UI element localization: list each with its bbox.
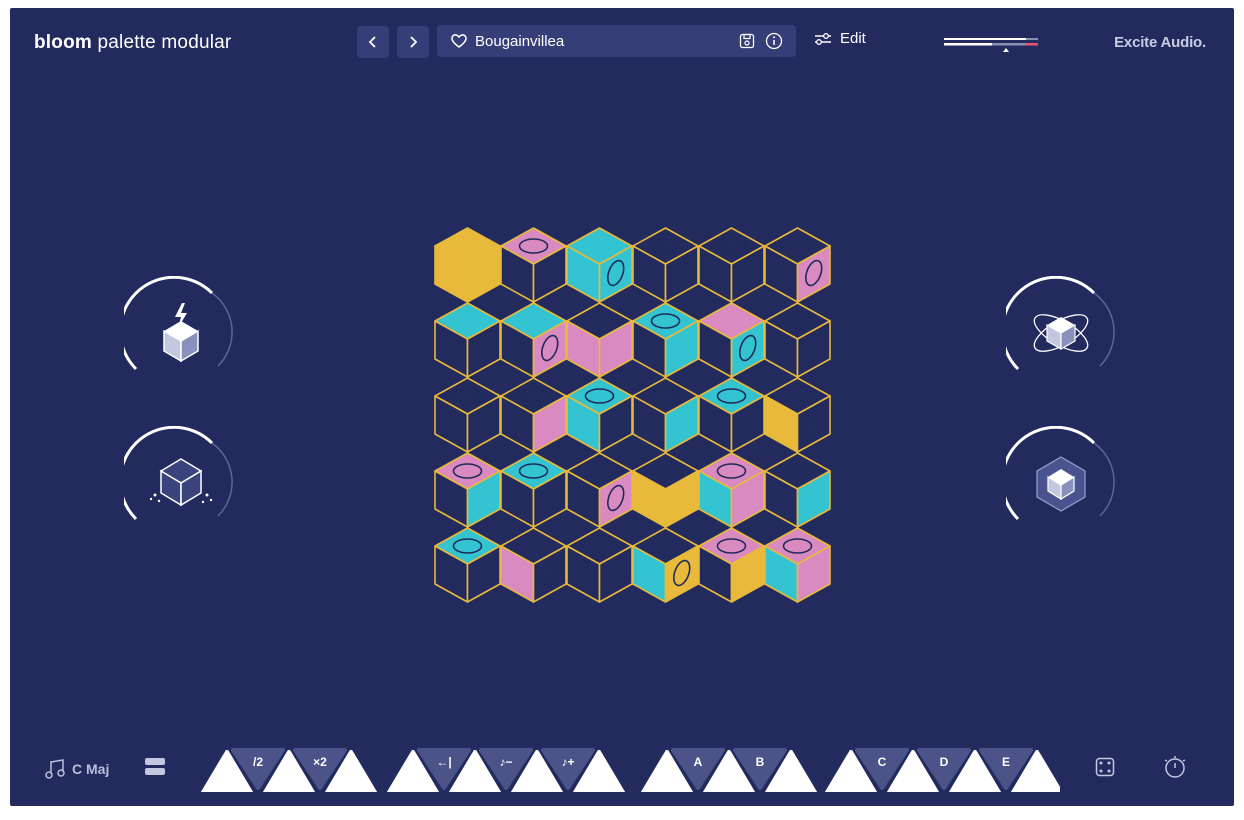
step-button-label: ×2	[313, 755, 327, 769]
shatter-cube-knob[interactable]	[124, 426, 234, 536]
chevron-left-icon	[368, 36, 376, 48]
step-button-label: C	[878, 755, 887, 769]
step-button-label: ←|	[436, 755, 451, 769]
brand-bold: bloom	[34, 32, 92, 53]
info-icon[interactable]	[765, 32, 783, 50]
company-logo: Excite Audio.	[1114, 34, 1206, 51]
key-label: C Maj	[72, 761, 110, 777]
step-button-label: B	[756, 755, 765, 769]
step-button-label: /2	[253, 755, 263, 769]
key-selector[interactable]: C Maj	[44, 758, 109, 780]
preset-selector[interactable]: Bougainvillea	[437, 25, 796, 57]
lightning-cube-icon	[163, 303, 199, 363]
step-button-label: ♪−	[499, 755, 512, 769]
music-note-icon	[45, 759, 65, 779]
orbit-cube-knob[interactable]	[1006, 276, 1116, 386]
chevron-right-icon	[410, 36, 418, 48]
step-button-label: D	[940, 755, 949, 769]
prev-preset-button[interactable]	[357, 26, 389, 58]
next-preset-button[interactable]	[397, 26, 429, 58]
shatter-cube-icon	[149, 458, 213, 507]
step-button-label: E	[1002, 755, 1010, 769]
step-triangles[interactable]: /2 ×2 ←| ♪− ♪+ A B C D E	[190, 738, 1060, 792]
layered-cube-knob[interactable]	[1006, 426, 1116, 536]
lightning-cube-knob[interactable]	[124, 276, 234, 386]
app-window: bloom palette modular Bougainvillea Edit…	[10, 8, 1234, 806]
edit-button[interactable]: Edit	[814, 30, 866, 47]
timer-icon[interactable]	[1162, 754, 1188, 780]
layers-icon[interactable]	[144, 757, 166, 777]
preset-name: Bougainvillea	[475, 33, 565, 50]
orbit-cube-icon	[1033, 314, 1089, 352]
edit-label: Edit	[840, 30, 866, 47]
output-meter[interactable]	[942, 36, 1042, 54]
app-title: bloom palette modular	[34, 32, 231, 54]
step-button-label: A	[694, 755, 703, 769]
save-icon[interactable]	[739, 33, 755, 49]
heart-icon[interactable]	[450, 33, 468, 49]
brand-rest: palette modular	[97, 32, 232, 53]
sliders-icon	[815, 32, 831, 45]
layered-cube-icon	[1036, 456, 1086, 512]
step-button-label: ♪+	[561, 755, 574, 769]
dice-icon[interactable]	[1095, 757, 1115, 777]
cube-grid[interactable]	[415, 208, 835, 608]
